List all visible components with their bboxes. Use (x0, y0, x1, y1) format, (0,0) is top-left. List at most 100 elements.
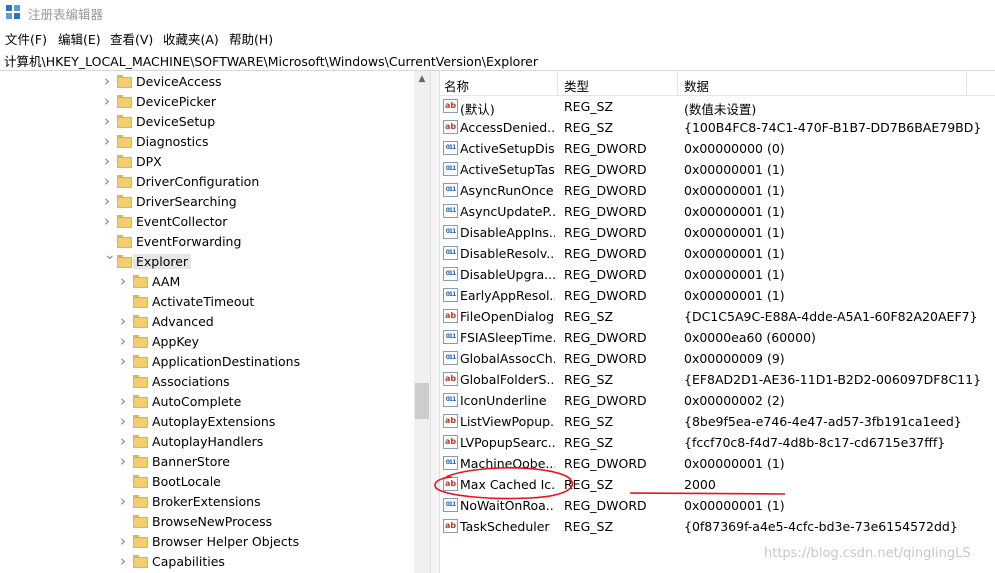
registry-value-row[interactable]: ab FileOpenDialog REG_SZ {DC1C5A9C-E88A-4dd… (439, 306, 995, 327)
tree-item[interactable]: › BrokerExtensions (0, 492, 412, 512)
chevron-right-icon[interactable]: › (104, 214, 114, 229)
chevron-right-icon[interactable]: › (120, 334, 130, 349)
chevron-right-icon[interactable]: › (120, 554, 130, 569)
tree-item[interactable]: › AutoplayExtensions (0, 412, 412, 432)
scroll-thumb[interactable] (415, 383, 429, 419)
tree-item[interactable]: › Diagnostics (0, 132, 412, 152)
tree-item-label[interactable]: AutoComplete (152, 394, 241, 409)
chevron-right-icon[interactable]: › (120, 414, 130, 429)
chevron-right-icon[interactable]: › (120, 354, 130, 369)
tree-item-label[interactable]: Explorer (133, 254, 192, 269)
registry-value-row[interactable]: 011 EarlyAppResol... REG_DWORD 0x00000001 (… (439, 285, 995, 306)
tree-item[interactable]: › AppKey (0, 332, 412, 352)
tree-item-label[interactable]: BrokerExtensions (152, 494, 261, 509)
chevron-right-icon[interactable]: › (120, 494, 130, 509)
registry-value-row[interactable]: 011 DisableResolv... REG_DWORD 0x00000001 (… (439, 243, 995, 264)
tree-item-label[interactable]: EventForwarding (136, 234, 241, 249)
tree-item-label[interactable]: Associations (152, 374, 230, 389)
tree-item[interactable]: › AAM (0, 272, 412, 292)
tree-item-label[interactable]: ActivateTimeout (152, 294, 254, 309)
registry-value-row[interactable]: 011 AsyncUpdateP... REG_DWORD 0x00000001 (1… (439, 201, 995, 222)
tree-item[interactable]: ⌄ Explorer (0, 248, 412, 272)
menu-view[interactable]: 查看(V) (110, 29, 153, 48)
registry-value-row[interactable]: ab (默认) REG_SZ (数值未设置) (439, 96, 995, 117)
tree-item-label[interactable]: DeviceSetup (136, 114, 215, 129)
tree-item[interactable]: › DriverConfiguration (0, 172, 412, 192)
chevron-right-icon[interactable]: › (120, 454, 130, 469)
column-type-header[interactable]: 类型 (564, 76, 589, 95)
tree-item-label[interactable]: Browser Helper Objects (152, 534, 299, 549)
address-path[interactable]: 计算机\HKEY_LOCAL_MACHINE\SOFTWARE\Microsof… (4, 51, 538, 70)
tree-item[interactable]: › DeviceAccess (0, 72, 412, 92)
tree-item[interactable]: EventForwarding (0, 232, 412, 252)
registry-value-row[interactable]: 011ActiveSetupTas... REG_DWORD 0x00000001 … (439, 159, 995, 180)
tree-item-label[interactable]: BrowseNewProcess (152, 514, 272, 529)
registry-value-row[interactable]: ab LVPopupSearc... REG_SZ {fccf70c8-f4d7-4d… (439, 432, 995, 453)
menu-favorites[interactable]: 收藏夹(A) (163, 29, 219, 48)
tree-item-label[interactable]: EventCollector (136, 214, 227, 229)
scroll-up-icon[interactable]: ▲ (414, 71, 430, 87)
tree-item-label[interactable]: DPX (136, 154, 162, 169)
tree-item[interactable]: › ApplicationDestinations (0, 352, 412, 372)
column-data-header[interactable]: 数据 (684, 76, 709, 95)
registry-value-row[interactable]: 011 AsyncRunOnce REG_DWORD 0x00000001 (1) (439, 180, 995, 201)
registry-value-row[interactable]: ab ListViewPopup... REG_SZ {8be9f5ea-e746-4… (439, 411, 995, 432)
tree-item[interactable]: › EventCollector (0, 212, 412, 232)
values-list[interactable]: 名称 类型 数据 ab (默认) REG_SZ (数值未设置) ab AccessDeni… (439, 71, 995, 573)
registry-value-row[interactable]: ab Max Cached Ic... REG_SZ 2000 (439, 474, 995, 495)
tree-item-label[interactable]: Diagnostics (136, 134, 209, 149)
chevron-down-icon[interactable]: ⌄ (104, 248, 116, 262)
registry-value-row[interactable]: ab GlobalFolderS... REG_SZ {EF8AD2D1-AE36-1… (439, 369, 995, 390)
chevron-right-icon[interactable]: › (104, 194, 114, 209)
chevron-right-icon[interactable]: › (104, 134, 114, 149)
registry-value-row[interactable]: 011ActiveSetupDis... REG_DWORD 0x00000000 … (439, 138, 995, 159)
address-bar[interactable]: 计算机\HKEY_LOCAL_MACHINE\SOFTWARE\Microsof… (0, 48, 995, 71)
column-name-header[interactable]: 名称 (444, 76, 469, 95)
tree-item[interactable]: BootLocale (0, 472, 412, 492)
tree-item[interactable]: › DevicePicker (0, 92, 412, 112)
tree-item-label[interactable]: BootLocale (152, 474, 221, 489)
tree-item-label[interactable]: ApplicationDestinations (152, 354, 300, 369)
tree-item-label[interactable]: AutoplayHandlers (152, 434, 263, 449)
tree-item[interactable]: › Browser Helper Objects (0, 532, 412, 552)
registry-value-row[interactable]: 011 DisableUpgra... REG_DWORD 0x00000001 (1… (439, 264, 995, 285)
tree-item[interactable]: BrowseNewProcess (0, 512, 412, 532)
menu-help[interactable]: 帮助(H) (229, 29, 273, 48)
chevron-right-icon[interactable]: › (120, 394, 130, 409)
registry-value-row[interactable]: ab TaskScheduler REG_SZ {0f87369f-a4e5-4cfc… (439, 516, 995, 537)
registry-value-row[interactable]: 011 IconUnderline REG_DWORD 0x00000002 (2) (439, 390, 995, 411)
chevron-right-icon[interactable]: › (104, 114, 114, 129)
tree-item-label[interactable]: DriverConfiguration (136, 174, 259, 189)
tree-item[interactable]: Associations (0, 372, 412, 392)
tree-item-label[interactable]: Capabilities (152, 554, 225, 569)
column-divider[interactable] (677, 71, 678, 95)
chevron-right-icon[interactable]: › (104, 94, 114, 109)
chevron-right-icon[interactable]: › (120, 274, 130, 289)
registry-value-row[interactable]: 011 MachineOobe... REG_DWORD 0x00000001 (1) (439, 453, 995, 474)
tree-item[interactable]: › DeviceSetup (0, 112, 412, 132)
menu-edit[interactable]: 编辑(E) (58, 29, 101, 48)
tree-item[interactable]: › AutoplayHandlers (0, 432, 412, 452)
tree-item[interactable]: › Capabilities (0, 552, 412, 572)
tree-item-label[interactable]: BannerStore (152, 454, 230, 469)
chevron-right-icon[interactable]: › (104, 74, 114, 89)
chevron-right-icon[interactable]: › (104, 154, 114, 169)
tree-item[interactable]: › Advanced (0, 312, 412, 332)
chevron-right-icon[interactable]: › (120, 314, 130, 329)
menu-file[interactable]: 文件(F) (5, 29, 47, 48)
tree-item-label[interactable]: DeviceAccess (136, 74, 222, 89)
tree-item-label[interactable]: AppKey (152, 334, 199, 349)
registry-value-row[interactable]: 011 DisableAppIns... REG_DWORD 0x00000001 (… (439, 222, 995, 243)
tree-item[interactable]: › DriverSearching (0, 192, 412, 212)
column-divider[interactable] (557, 71, 558, 95)
tree-item-label[interactable]: AAM (152, 274, 180, 289)
tree-scrollbar[interactable]: ▲ (414, 71, 430, 573)
tree-item[interactable]: › DPX (0, 152, 412, 172)
column-divider[interactable] (966, 71, 967, 95)
chevron-right-icon[interactable]: › (120, 534, 130, 549)
registry-value-row[interactable]: 011 NoWaitOnRoa... REG_DWORD 0x00000001 (1) (439, 495, 995, 516)
tree-item-label[interactable]: DevicePicker (136, 94, 216, 109)
registry-value-row[interactable]: ab AccessDenied... REG_SZ {100B4FC8-74C1-47… (439, 117, 995, 138)
chevron-right-icon[interactable]: › (104, 174, 114, 189)
registry-value-row[interactable]: 011 FSIASleepTime... REG_DWORD 0x0000ea60 (… (439, 327, 995, 348)
